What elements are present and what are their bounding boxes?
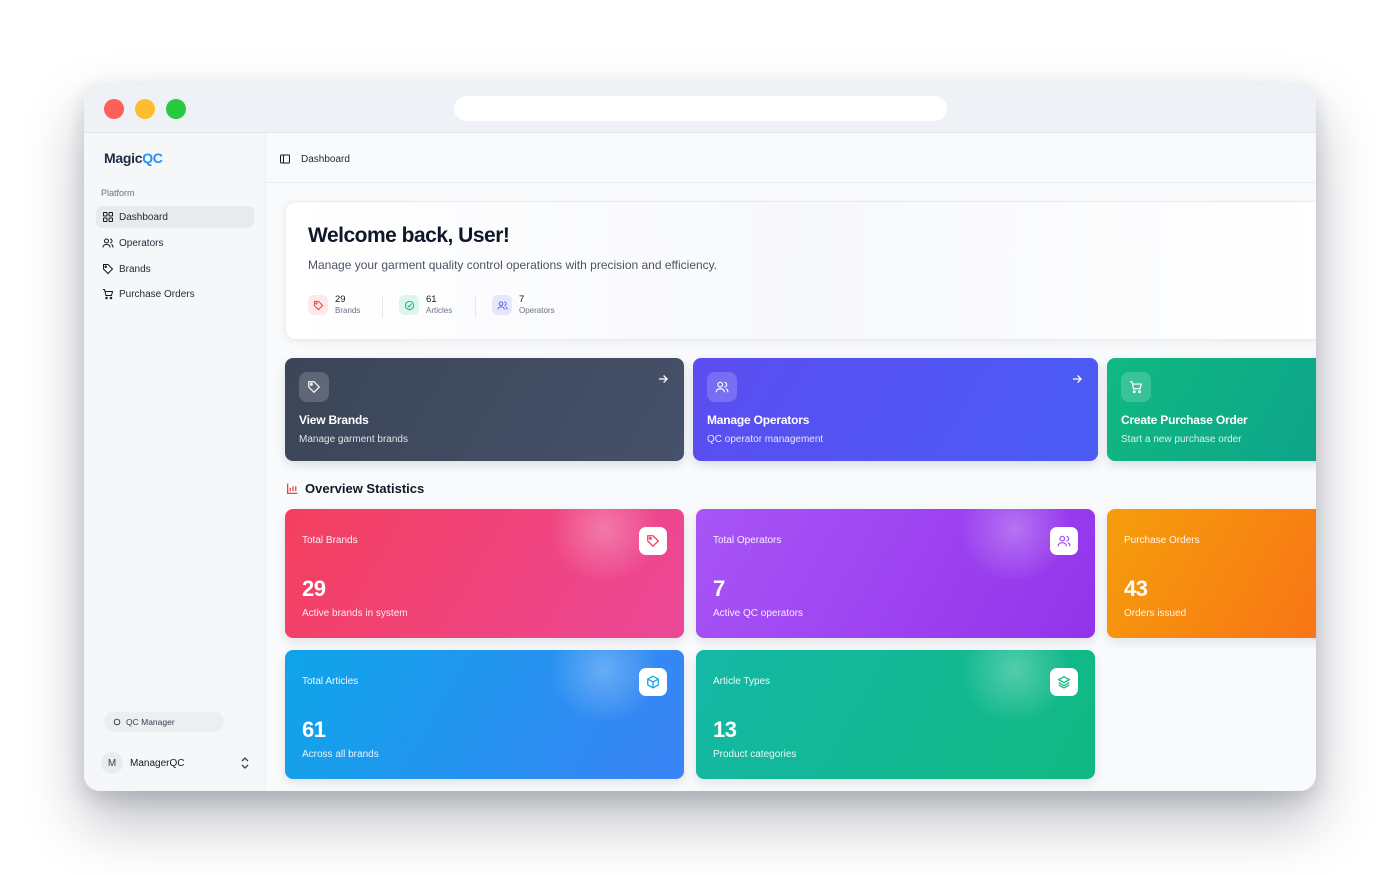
action-title: Create Purchase Order xyxy=(1121,413,1248,427)
sidebar-item-label: Operators xyxy=(119,237,164,249)
sidebar-item-brands[interactable]: Brands xyxy=(96,258,254,280)
chevron-up-down-icon xyxy=(241,757,249,769)
logo-text-magic: Magic xyxy=(104,150,143,166)
stat-value: 61 xyxy=(302,717,326,742)
app-logo[interactable]: MagicQC xyxy=(104,150,163,166)
tag-icon xyxy=(103,264,114,275)
users-icon xyxy=(707,372,737,402)
manage-operators-card[interactable]: Manage Operators QC operator management xyxy=(693,358,1098,461)
maximize-window-button[interactable] xyxy=(166,99,186,119)
overview-heading-text: Overview Statistics xyxy=(305,481,425,496)
mini-stat-operators: 7 Operators xyxy=(492,293,555,317)
avatar: M xyxy=(101,752,123,774)
users-icon xyxy=(492,295,512,315)
stat-sub: Across all brands xyxy=(302,749,379,760)
divider xyxy=(382,296,383,318)
arrow-right-icon xyxy=(1072,375,1082,383)
stat-card-article-types[interactable]: Article Types 13 Product categories xyxy=(696,650,1095,779)
welcome-title: Welcome back, User! xyxy=(308,224,510,247)
stat-label: Article Types xyxy=(713,676,771,687)
sidebar-toggle-icon[interactable] xyxy=(279,153,291,165)
stat-card-total-articles[interactable]: Total Articles 61 Across all brands xyxy=(285,650,684,779)
overview-heading: Overview Statistics xyxy=(286,481,424,496)
sidebar: MagicQC Platform Dashboard Operators Bra… xyxy=(84,133,266,791)
app-window: MagicQC Platform Dashboard Operators Bra… xyxy=(84,84,1316,791)
user-menu[interactable]: M ManagerQC xyxy=(101,752,251,774)
stat-card-total-brands[interactable]: Total Brands 29 Active brands in system xyxy=(285,509,684,638)
action-desc: Start a new purchase order xyxy=(1121,434,1242,445)
stat-sub: Product categories xyxy=(713,749,797,760)
sidebar-item-label: Dashboard xyxy=(119,211,168,223)
role-badge-label: QC Manager xyxy=(126,717,175,727)
stat-card-total-operators[interactable]: Total Operators 7 Active QC operators xyxy=(696,509,1095,638)
logo-text-qc: QC xyxy=(142,150,163,166)
grid-icon xyxy=(103,212,113,222)
sidebar-item-purchase-orders[interactable]: Purchase Orders xyxy=(96,283,254,305)
users-icon xyxy=(1050,527,1078,555)
top-bar: Dashboard xyxy=(266,133,1316,183)
users-icon xyxy=(102,238,114,248)
mini-stat-label: Articles xyxy=(426,306,453,315)
create-purchase-order-card[interactable]: Create Purchase Order Start a new purcha… xyxy=(1107,358,1316,461)
close-window-button[interactable] xyxy=(104,99,124,119)
window-titlebar xyxy=(84,84,1316,133)
sidebar-section-label: Platform xyxy=(101,188,135,198)
breadcrumb: Dashboard xyxy=(301,154,350,165)
stat-sub: Active QC operators xyxy=(713,608,804,619)
sidebar-item-label: Purchase Orders xyxy=(119,288,195,300)
minimize-window-button[interactable] xyxy=(135,99,155,119)
stat-label: Total Operators xyxy=(713,535,782,546)
user-name: ManagerQC xyxy=(130,757,185,769)
circle-icon xyxy=(113,718,121,726)
main-content: Dashboard Welcome back, User! Manage you… xyxy=(266,133,1316,791)
action-title: Manage Operators xyxy=(707,413,810,427)
stat-label: Total Brands xyxy=(302,535,358,546)
action-title: View Brands xyxy=(299,413,369,427)
stat-label: Purchase Orders xyxy=(1124,535,1200,546)
stat-value: 7 xyxy=(713,576,725,601)
stat-sub: Orders issued xyxy=(1124,608,1187,619)
stat-label: Total Articles xyxy=(302,676,359,687)
sidebar-item-operators[interactable]: Operators xyxy=(96,232,254,254)
stat-value: 13 xyxy=(713,717,737,742)
stat-value: 43 xyxy=(1124,576,1148,601)
divider xyxy=(475,296,476,318)
mini-stat-value: 7 xyxy=(519,294,525,305)
bar-chart-icon xyxy=(286,483,298,495)
stat-card-purchase-orders[interactable]: Purchase Orders 43 Orders issued xyxy=(1107,509,1316,638)
address-bar[interactable] xyxy=(454,96,947,121)
mini-stat-value: 61 xyxy=(426,294,437,305)
mini-stat-brands: 29 Brands xyxy=(308,293,360,317)
check-circle-icon xyxy=(399,295,419,315)
tag-icon xyxy=(308,295,328,315)
sidebar-item-label: Brands xyxy=(119,263,151,275)
cart-icon xyxy=(103,289,114,300)
view-brands-card[interactable]: View Brands Manage garment brands xyxy=(285,358,684,461)
stat-value: 29 xyxy=(302,576,326,601)
cart-icon xyxy=(1121,372,1151,402)
tag-icon xyxy=(299,372,329,402)
box-icon xyxy=(639,668,667,696)
mini-stat-label: Brands xyxy=(335,306,361,315)
mini-stat-label: Operators xyxy=(519,306,555,315)
action-desc: QC operator management xyxy=(707,434,824,445)
action-desc: Manage garment brands xyxy=(299,434,408,445)
stat-sub: Active brands in system xyxy=(302,608,408,619)
tag-icon xyxy=(639,527,667,555)
arrow-right-icon xyxy=(658,375,668,383)
sidebar-item-dashboard[interactable]: Dashboard xyxy=(96,206,254,228)
layers-icon xyxy=(1050,668,1078,696)
welcome-card: Welcome back, User! Manage your garment … xyxy=(285,201,1316,340)
role-badge: QC Manager xyxy=(104,712,224,732)
mini-stat-articles: 61 Articles xyxy=(399,293,452,317)
welcome-subtitle: Manage your garment quality control oper… xyxy=(308,258,718,272)
mini-stat-value: 29 xyxy=(335,294,346,305)
